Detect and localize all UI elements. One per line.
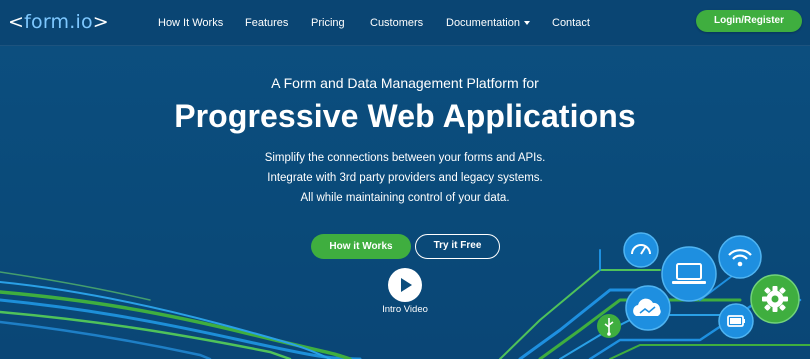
gear-icon <box>750 274 800 324</box>
nav-customers[interactable]: Customers <box>370 16 423 30</box>
hero-sub-line: All while maintaining control of your da… <box>300 192 510 204</box>
play-video-button[interactable] <box>388 268 422 302</box>
wifi-icon <box>718 235 762 279</box>
logo-prefix: < <box>8 11 25 33</box>
nav-documentation[interactable]: Documentation <box>446 16 530 30</box>
nav-features[interactable]: Features <box>245 16 288 30</box>
hero-headline: Progressive Web Applications <box>174 98 636 134</box>
nav-pricing[interactable]: Pricing <box>311 16 345 30</box>
login-register-button[interactable]: Login/Register <box>696 10 802 32</box>
top-navbar: <form.io> How It Works Features Pricing … <box>0 0 810 46</box>
usb-icon <box>597 314 621 338</box>
battery-icon <box>718 303 754 339</box>
try-it-free-button[interactable]: Try it Free <box>415 234 500 259</box>
hero-sub-line: Integrate with 3rd party providers and l… <box>267 172 543 184</box>
gauge-icon <box>623 232 659 268</box>
intro-video-label[interactable]: Intro Video <box>360 304 450 316</box>
play-icon <box>401 278 412 292</box>
nav-how-it-works[interactable]: How It Works <box>158 16 223 30</box>
left-wave-lines <box>0 271 362 359</box>
chevron-down-icon <box>524 21 530 26</box>
logo-suffix: > <box>92 11 109 33</box>
cloud-icon <box>625 285 671 331</box>
logo-accent: form.io <box>24 11 93 33</box>
page: <form.io> How It Works Features Pricing … <box>0 0 810 359</box>
nav-contact[interactable]: Contact <box>552 16 590 30</box>
nav-documentation-label: Documentation <box>446 17 520 29</box>
how-it-works-button[interactable]: How it Works <box>311 234 411 259</box>
hero-sub-line: Simplify the connections between your fo… <box>264 152 546 164</box>
hero-eyebrow: A Form and Data Management Platform for <box>271 75 539 91</box>
laptop-icon <box>661 246 717 302</box>
formio-logo[interactable]: <form.io> <box>8 10 109 34</box>
